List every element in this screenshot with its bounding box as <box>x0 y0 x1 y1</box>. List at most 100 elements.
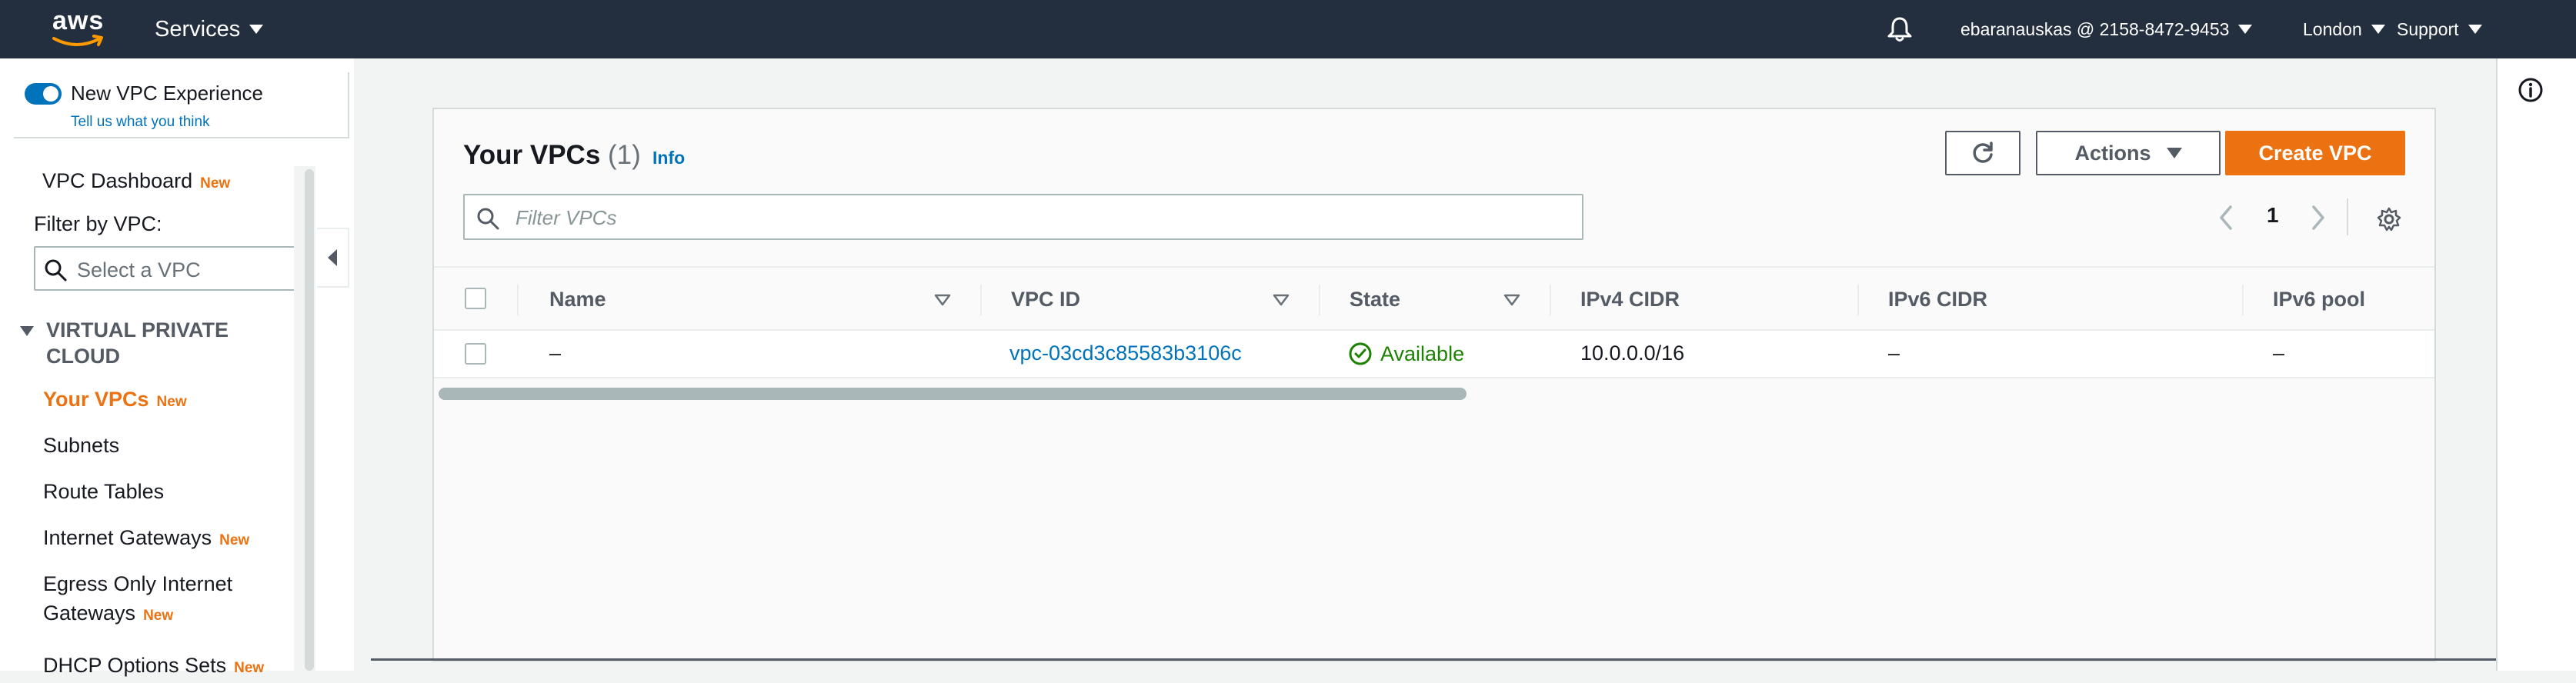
caret-down-icon <box>2238 25 2253 34</box>
sidebar-item-your-vpcs[interactable]: Your VPCs New <box>43 385 187 417</box>
caret-down-icon <box>2468 25 2482 34</box>
sidebar-item-egress-only-gateways[interactable]: Egress Only Internet Gateways New <box>43 569 232 631</box>
column-header-vpc-id[interactable]: VPC ID <box>1011 288 1080 312</box>
table-horizontal-scrollbar[interactable] <box>439 388 1467 400</box>
column-divider <box>980 285 982 315</box>
column-header-ipv4-cidr[interactable]: IPv4 CIDR <box>1580 288 1680 312</box>
sidebar-item-vpc-dashboard[interactable]: VPC Dashboard New <box>42 166 230 198</box>
refresh-button[interactable] <box>1945 131 2020 175</box>
vpc-filter-select[interactable]: Select a VPC <box>34 246 295 291</box>
aws-smile-icon <box>52 35 103 46</box>
support-label: Support <box>2397 18 2459 39</box>
sidebar-item-subnets[interactable]: Subnets <box>43 431 119 460</box>
row-checkbox[interactable] <box>465 343 486 365</box>
caret-left-icon <box>328 249 337 266</box>
aws-logo-text: aws <box>52 6 105 35</box>
cell-ipv6-cidr: – <box>1888 342 1900 365</box>
panel-title-text: Your VPCs <box>463 140 601 170</box>
section-virtual-private-cloud[interactable]: VIRTUAL PRIVATE CLOUD <box>20 317 251 369</box>
search-icon <box>45 259 67 282</box>
sidebar-item-label: Route Tables <box>43 480 165 503</box>
sidebar-item-label: VPC Dashboard <box>42 169 193 192</box>
column-header-state[interactable]: State <box>1350 288 1400 312</box>
column-divider <box>1319 285 1320 315</box>
actions-dropdown[interactable]: Actions <box>2036 131 2221 175</box>
services-label: Services <box>155 16 241 42</box>
previous-page-icon[interactable] <box>2217 205 2234 231</box>
expand-triangle-icon <box>20 326 34 336</box>
new-badge: New <box>200 175 231 192</box>
sidebar-item-dhcp-options-sets[interactable]: DHCP Options Sets New <box>43 651 264 683</box>
vpc-count: (1) <box>608 140 641 170</box>
sort-triangle-icon[interactable] <box>1273 294 1290 306</box>
vpc-filter-placeholder: Select a VPC <box>77 258 201 282</box>
aws-logo[interactable]: aws <box>49 8 105 51</box>
sort-triangle-icon[interactable] <box>934 294 951 306</box>
next-page-icon[interactable] <box>2310 205 2327 231</box>
sidebar-scrollbar[interactable] <box>305 169 314 671</box>
filter-vpcs-input[interactable]: Filter VPCs <box>463 194 1583 240</box>
new-badge: New <box>219 532 250 548</box>
cell-ipv6-pool: – <box>2273 342 2285 365</box>
search-icon <box>477 208 499 230</box>
sidebar: New VPC Experience Tell us what you thin… <box>0 58 354 677</box>
main-content: Your VPCs (1) Info Actions Create VPC Fi… <box>371 58 2496 671</box>
table-row[interactable]: – vpc-03cd3c85583b3106c Available 10.0.0… <box>434 331 2434 378</box>
sort-triangle-icon[interactable] <box>1503 294 1520 306</box>
current-page-number[interactable]: 1 <box>2267 203 2279 228</box>
sidebar-item-label-line2: Gateways <box>43 601 136 625</box>
select-all-checkbox[interactable] <box>465 288 486 309</box>
sidebar-item-label: Egress Only Internet <box>43 572 233 595</box>
feedback-link[interactable]: Tell us what you think <box>71 114 210 131</box>
info-icon[interactable] <box>2518 77 2544 103</box>
vpc-id-link[interactable]: vpc-03cd3c85583b3106c <box>1009 342 1242 365</box>
region-label: London <box>2303 18 2362 39</box>
sidebar-gutter <box>354 58 371 671</box>
cell-ipv4-cidr: 10.0.0.0/16 <box>1580 342 1685 365</box>
filter-vpcs-placeholder: Filter VPCs <box>516 206 617 229</box>
table-header: Name VPC ID State IPv4 CIDR IPv6 CIDR IP… <box>434 266 2434 331</box>
gear-icon[interactable] <box>2376 206 2402 232</box>
new-vpc-experience-label: New VPC Experience <box>71 82 263 105</box>
account-label: ebaranauskas @ 2158-8472-9453 <box>1960 18 2230 39</box>
sidebar-item-label: Internet Gateways <box>43 526 212 549</box>
collapse-sidebar-button[interactable] <box>317 228 349 288</box>
sidebar-item-label: Your VPCs <box>43 388 149 411</box>
column-header-ipv6-cidr[interactable]: IPv6 CIDR <box>1888 288 1987 312</box>
column-divider <box>1857 285 1859 315</box>
new-badge: New <box>156 394 187 410</box>
cell-state: Available <box>1348 342 1464 366</box>
sidebar-item-internet-gateways[interactable]: Internet Gateways New <box>43 523 249 555</box>
caret-down-icon <box>2371 25 2385 34</box>
column-divider <box>1550 285 1551 315</box>
sidebar-item-route-tables[interactable]: Route Tables <box>43 477 164 506</box>
caret-down-icon <box>2166 148 2182 158</box>
services-menu[interactable]: Services <box>155 0 264 58</box>
column-divider <box>517 285 519 315</box>
create-vpc-button[interactable]: Create VPC <box>2225 131 2405 175</box>
support-menu[interactable]: Support <box>2397 0 2482 58</box>
your-vpcs-panel: Your VPCs (1) Info Actions Create VPC Fi… <box>432 108 2436 661</box>
sidebar-item-label: DHCP Options Sets <box>43 654 227 677</box>
bell-icon <box>1887 17 1912 42</box>
status-available-icon <box>1349 342 1372 365</box>
column-header-ipv6-pool[interactable]: IPv6 pool <box>2273 288 2365 312</box>
sidebar-item-label: Subnets <box>43 434 120 457</box>
account-menu[interactable]: ebaranauskas @ 2158-8472-9453 <box>1960 0 2253 58</box>
region-menu[interactable]: London <box>2303 0 2385 58</box>
info-link[interactable]: Info <box>652 148 685 168</box>
new-experience-card: New VPC Experience Tell us what you thin… <box>14 72 349 138</box>
section-title: VIRTUAL PRIVATE CLOUD <box>46 318 229 368</box>
new-badge: New <box>143 608 174 624</box>
pager-divider <box>2347 198 2348 235</box>
actions-label: Actions <box>2074 141 2151 165</box>
help-panel-rail <box>2496 58 2576 671</box>
state-label: Available <box>1380 342 1465 365</box>
column-header-name[interactable]: Name <box>549 288 606 312</box>
column-divider <box>2242 285 2244 315</box>
top-navigation-bar: aws Services ebaranauskas @ 2158-8472-94… <box>0 0 2576 58</box>
footer-divider <box>371 658 2496 661</box>
page-title: Your VPCs (1) <box>463 140 641 171</box>
new-vpc-experience-toggle[interactable] <box>25 83 62 105</box>
notifications-bell[interactable] <box>1885 0 1914 58</box>
